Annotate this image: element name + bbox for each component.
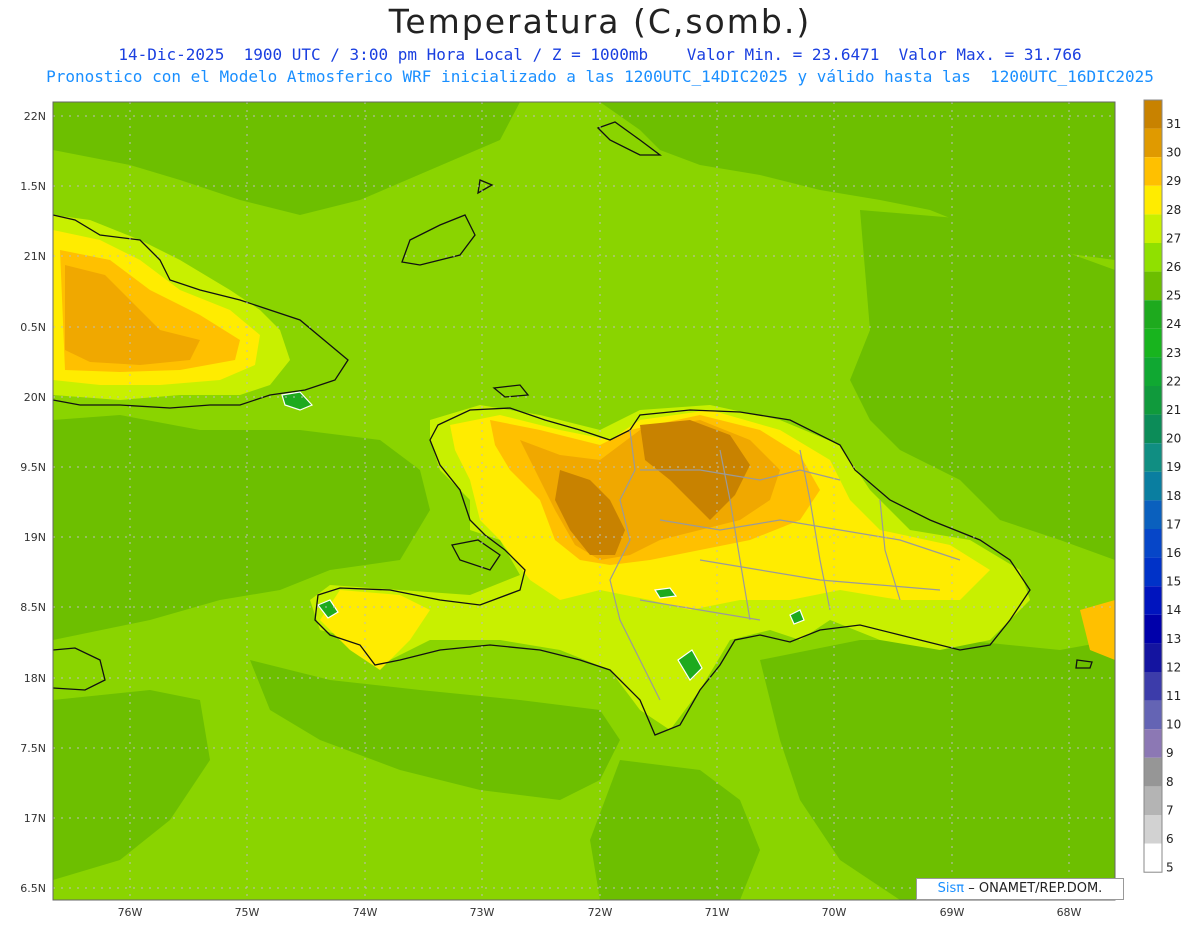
colorbar-swatch (1144, 757, 1162, 787)
credit-box: Sisπ – ONAMET/REP.DOM. (916, 878, 1124, 900)
lon-label: 68W (1057, 906, 1082, 919)
lat-label: 1.5N (20, 180, 46, 193)
colorbar-label: 23 (1166, 346, 1181, 360)
lat-label: 17N (24, 812, 46, 825)
colorbar-label: 20 (1166, 432, 1181, 446)
longitude-labels: 76W 75W 74W 73W 72W 71W 70W 69W 68W (118, 906, 1082, 919)
colorbar-swatch (1144, 300, 1162, 329)
lat-label: 20N (24, 391, 46, 404)
lon-label: 69W (940, 906, 965, 919)
colorbar-swatch (1144, 815, 1162, 844)
colorbar-label: 18 (1166, 489, 1181, 503)
colorbar-swatch (1144, 328, 1162, 358)
lon-label: 70W (822, 906, 847, 919)
lon-label: 76W (118, 906, 143, 919)
colorbar-swatch (1144, 672, 1162, 701)
lat-label: 6.5N (20, 882, 46, 895)
colorbar-label: 29 (1166, 174, 1181, 188)
colorbar-swatch (1144, 471, 1162, 501)
colorbar-swatch (1144, 414, 1162, 444)
sispi-logo: Sisπ (937, 881, 965, 896)
colorbar-label: 7 (1166, 803, 1174, 817)
colorbar-swatch (1144, 128, 1162, 158)
colorbar-swatch (1144, 443, 1162, 472)
colorbar-label: 31 (1166, 117, 1181, 131)
colorbar-swatch (1144, 386, 1162, 415)
lat-label: 18N (24, 672, 46, 685)
colorbar-label: 24 (1166, 317, 1181, 331)
lat-label: 8.5N (20, 601, 46, 614)
colorbar-label: 6 (1166, 832, 1174, 846)
lat-label: 9.5N (20, 461, 46, 474)
colorbar-swatch (1144, 586, 1162, 615)
colorbar-label: 17 (1166, 517, 1181, 531)
colorbar-swatch (1144, 843, 1162, 873)
lat-label: 21N (24, 250, 46, 263)
lon-label: 72W (588, 906, 613, 919)
colorbar-label: 27 (1166, 231, 1181, 245)
colorbar-label: 11 (1166, 689, 1181, 703)
lon-label: 71W (705, 906, 730, 919)
credit-text: – ONAMET/REP.DOM. (968, 881, 1103, 896)
colorbar: 31 30 29 28 27 26 25 24 23 22 21 20 19 18 17 16 15 14 13 12… (1143, 99, 1181, 875)
lat-label: 0.5N (20, 321, 46, 334)
colorbar-label: 19 (1166, 460, 1181, 474)
colorbar-swatch (1144, 185, 1162, 215)
colorbar-swatch (1144, 700, 1162, 730)
lat-label: 7.5N (20, 742, 46, 755)
colorbar-swatch (1144, 271, 1162, 301)
lon-label: 74W (353, 906, 378, 919)
latitude-labels: 22N 1.5N 21N 0.5N 20N 9.5N 19N 8.5N 18N … (20, 110, 46, 895)
colorbar-label: 13 (1166, 632, 1181, 646)
colorbar-label: 15 (1166, 575, 1181, 589)
colorbar-swatch (1144, 614, 1162, 644)
colorbar-label: 30 (1166, 146, 1181, 160)
colorbar-label: 25 (1166, 289, 1181, 303)
lon-label: 75W (235, 906, 260, 919)
colorbar-label: 5 (1166, 861, 1174, 875)
lon-label: 73W (470, 906, 495, 919)
lat-label: 19N (24, 531, 46, 544)
colorbar-label: 26 (1166, 260, 1181, 274)
colorbar-swatch (1144, 729, 1162, 758)
colorbar-swatch (1144, 529, 1162, 558)
lat-label: 22N (24, 110, 46, 123)
colorbar-swatch (1144, 243, 1162, 272)
colorbar-swatch (1144, 500, 1162, 529)
colorbar-swatch (1144, 557, 1162, 587)
colorbar-label: 12 (1166, 660, 1181, 674)
colorbar-label: 9 (1166, 746, 1174, 760)
colorbar-label: 10 (1166, 718, 1181, 732)
colorbar-label: 14 (1166, 603, 1181, 617)
colorbar-swatch (1144, 643, 1162, 672)
colorbar-label: 16 (1166, 546, 1181, 560)
colorbar-label: 28 (1166, 203, 1181, 217)
colorbar-label: 8 (1166, 775, 1174, 789)
colorbar-swatch (1144, 214, 1162, 243)
colorbar-swatch (1144, 157, 1162, 186)
colorbar-swatch (1144, 357, 1162, 386)
colorbar-label: 21 (1166, 403, 1181, 417)
colorbar-label: 22 (1166, 374, 1181, 388)
temperature-map: 22N 1.5N 21N 0.5N 20N 9.5N 19N 8.5N 18N … (20, 99, 1181, 919)
colorbar-swatch (1144, 100, 1162, 129)
colorbar-swatch (1144, 786, 1162, 815)
